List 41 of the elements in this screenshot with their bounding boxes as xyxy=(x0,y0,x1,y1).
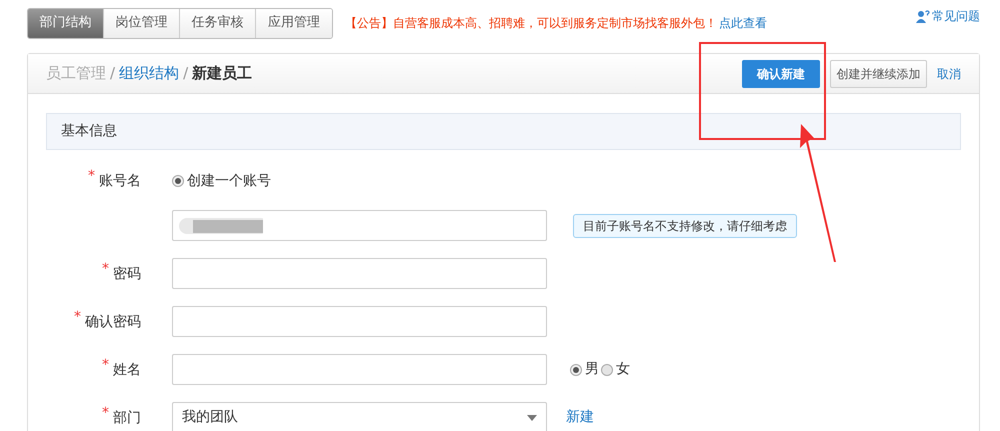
view-link[interactable]: 点此查看 xyxy=(719,16,767,30)
nav-tab[interactable]: 任务审核 xyxy=(180,8,256,38)
radio-button[interactable] xyxy=(570,364,582,376)
hint-tooltip: 目前子账号名不支持修改，请仔细考虑 xyxy=(573,214,797,238)
radio-button[interactable] xyxy=(601,364,613,376)
breadcrumb-item[interactable]: 组织结构 xyxy=(119,62,180,85)
nav-tab[interactable]: 部门结构 xyxy=(28,8,104,38)
breadcrumb-separator: / xyxy=(110,63,116,84)
radio-label: 男 xyxy=(585,360,599,379)
department-select[interactable]: 我的团队 xyxy=(172,402,547,431)
section-header: 基本信息 xyxy=(46,113,961,150)
help-link[interactable]: 常见问题 xyxy=(916,7,980,25)
field-label: 姓名 xyxy=(113,360,141,380)
field-label: 账号名 xyxy=(99,172,141,191)
field-label: 部门 xyxy=(113,408,141,428)
create-continue-button[interactable]: 创建并继续添加 xyxy=(830,60,927,88)
radio-button[interactable] xyxy=(172,175,184,187)
input-field[interactable] xyxy=(172,354,547,385)
nav-tab[interactable]: 岗位管理 xyxy=(104,8,180,38)
breadcrumb-separator: / xyxy=(183,63,188,84)
input-field[interactable] xyxy=(172,306,547,337)
field-label: 密码 xyxy=(113,264,141,284)
required-mark: * xyxy=(102,406,109,420)
radio-label: 创建一个账号 xyxy=(187,172,271,190)
user-question-icon xyxy=(916,10,930,22)
input-field[interactable] xyxy=(172,210,547,241)
cancel-link[interactable]: 取消 xyxy=(937,64,961,82)
nav-tab[interactable]: 应用管理 xyxy=(256,8,332,38)
required-mark: * xyxy=(74,310,81,324)
required-mark: * xyxy=(102,358,109,372)
new-link[interactable]: 新建 xyxy=(566,407,594,428)
breadcrumb-item: 员工管理 xyxy=(46,63,106,84)
input-field[interactable] xyxy=(172,258,547,289)
caret-icon xyxy=(527,414,537,420)
field-label: 确认密码 xyxy=(85,312,141,332)
required-mark: * xyxy=(88,169,95,183)
confirm-button[interactable]: 确认新建 xyxy=(742,60,820,88)
required-mark: * xyxy=(102,262,109,276)
notice-text: 【公告】自营客服成本高、招聘难，可以到服务定制市场找客服外包！ 点此查看 xyxy=(345,15,767,32)
radio-label: 女 xyxy=(616,360,630,379)
breadcrumb-item: 新建员工 xyxy=(192,63,252,84)
